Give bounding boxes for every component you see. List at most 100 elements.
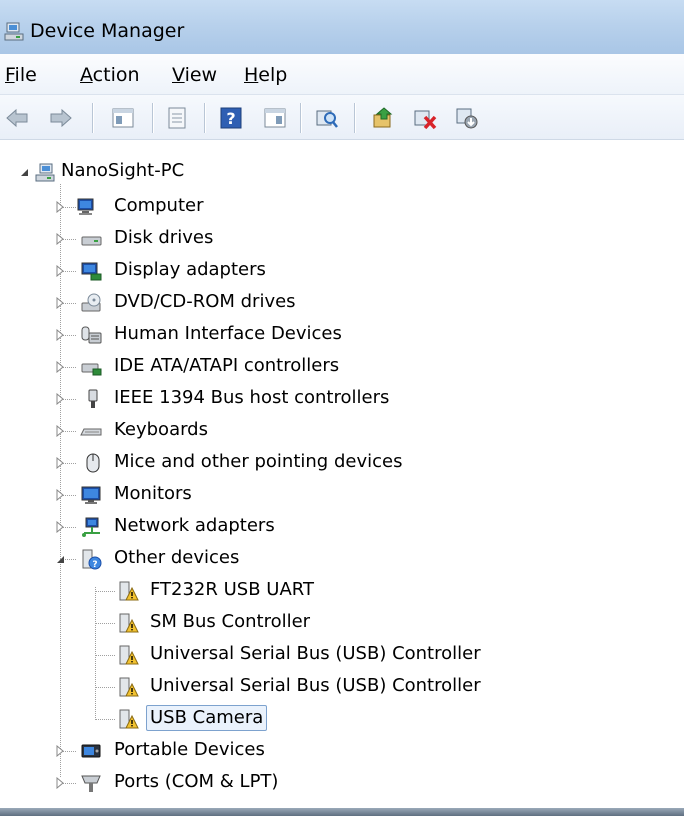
expand-arrow-icon[interactable] (54, 393, 66, 405)
tree-node-disk-drives[interactable]: Disk drives (0, 223, 684, 255)
menu-bar: File Action View Help (0, 54, 684, 95)
tree-node-label: Human Interface Devices (114, 323, 342, 344)
toolbar-separator (92, 103, 93, 133)
expand-arrow-icon[interactable] (54, 521, 66, 533)
tree-node-label: Portable Devices (114, 739, 265, 760)
tree-node-label: IEEE 1394 Bus host controllers (114, 387, 390, 408)
tree-guide-line (95, 591, 115, 592)
portable-device-icon (81, 744, 101, 758)
window-title: Device Manager (30, 20, 185, 42)
tree-node-dvd-drives[interactable]: DVD/CD-ROM drives (0, 287, 684, 319)
toolbar: ? (0, 95, 684, 140)
action-pane-icon[interactable] (262, 105, 288, 131)
expand-arrow-icon[interactable] (54, 361, 66, 373)
tree-node-label: SM Bus Controller (150, 611, 311, 632)
expand-arrow-icon[interactable] (54, 457, 66, 469)
tree-node-label: Monitors (114, 483, 192, 504)
tree-node-portable-devices[interactable]: Portable Devices (0, 735, 684, 767)
network-adapter-icon (82, 517, 100, 537)
warning-device-icon (119, 709, 139, 729)
tree-guide-line (95, 623, 115, 624)
display-adapter-icon (81, 262, 102, 281)
menu-file[interactable]: File (3, 63, 39, 87)
tree-node-label: Ports (COM & LPT) (114, 771, 279, 792)
expand-arrow-icon[interactable] (54, 425, 66, 437)
tree-node-network-adapters[interactable]: Network adapters (0, 511, 684, 543)
computer-icon (77, 198, 94, 215)
tree-node-usb-controller-2[interactable]: Universal Serial Bus (USB) Controller (0, 671, 684, 703)
tree-node-computer[interactable]: Computer (0, 191, 684, 223)
toolbar-separator (152, 103, 153, 133)
collapse-arrow-icon[interactable] (18, 166, 30, 178)
menu-help[interactable]: Help (242, 63, 289, 87)
properties-icon[interactable] (164, 105, 190, 131)
expand-arrow-icon[interactable] (54, 777, 66, 789)
tree-node-display-adapters[interactable]: Display adapters (0, 255, 684, 287)
tree-node-label: Other devices (114, 547, 240, 568)
expand-arrow-icon[interactable] (54, 297, 66, 309)
help-icon[interactable]: ? (218, 105, 244, 131)
device-tree[interactable]: NanoSight-PC Computer Disk drives Displa… (0, 146, 684, 816)
expand-arrow-icon[interactable] (54, 265, 66, 277)
port-icon (81, 775, 101, 792)
svg-text:?: ? (226, 109, 235, 128)
monitor-icon (81, 486, 101, 504)
toolbar-separator (354, 103, 355, 133)
tree-node-label-selected: USB Camera (146, 705, 268, 731)
mouse-icon (86, 453, 100, 473)
tree-node-hid[interactable]: Human Interface Devices (0, 319, 684, 351)
warning-device-icon (119, 677, 139, 697)
tree-node-label: Universal Serial Bus (USB) Controller (150, 675, 481, 696)
disable-device-icon[interactable] (454, 105, 480, 131)
scan-hardware-icon[interactable] (314, 105, 340, 131)
uninstall-icon[interactable] (412, 105, 438, 131)
tree-node-usb-controller-1[interactable]: Universal Serial Bus (USB) Controller (0, 639, 684, 671)
tree-node-ft232r[interactable]: FT232R USB UART (0, 575, 684, 607)
forward-arrow-icon[interactable] (48, 105, 74, 131)
tree-node-ports[interactable]: Ports (COM & LPT) (0, 767, 684, 799)
expand-arrow-icon[interactable] (54, 489, 66, 501)
menu-action[interactable]: Action (78, 63, 142, 87)
hid-icon (81, 326, 102, 344)
tree-node-usb-camera[interactable]: USB Camera (0, 703, 684, 735)
warning-device-icon (119, 645, 139, 665)
window-bottom-border (0, 808, 684, 816)
tree-node-label: Computer (114, 195, 204, 216)
tree-node-label: Network adapters (114, 515, 275, 536)
toolbar-separator (204, 103, 205, 133)
expand-arrow-icon[interactable] (54, 201, 66, 213)
tree-guide-line (95, 687, 115, 688)
tree-node-label: IDE ATA/ATAPI controllers (114, 355, 340, 376)
ide-controller-icon (81, 363, 102, 376)
warning-device-icon (119, 581, 139, 601)
tree-node-other-devices[interactable]: ? Other devices (0, 543, 684, 575)
tree-guide-line (95, 655, 115, 656)
expand-arrow-icon[interactable] (54, 745, 66, 757)
tree-node-label: NanoSight-PC (61, 160, 185, 181)
tree-guide-line (95, 719, 115, 720)
disk-drive-icon (81, 236, 102, 246)
update-driver-icon[interactable] (370, 105, 396, 131)
tree-node-sm-bus[interactable]: SM Bus Controller (0, 607, 684, 639)
tree-node-mice[interactable]: Mice and other pointing devices (0, 447, 684, 479)
back-arrow-icon[interactable] (4, 105, 30, 131)
tree-node-label: Disk drives (114, 227, 214, 248)
tree-node-label: Mice and other pointing devices (114, 451, 403, 472)
expand-arrow-icon[interactable] (54, 233, 66, 245)
svg-text:?: ? (92, 560, 97, 570)
tree-node-label: DVD/CD-ROM drives (114, 291, 296, 312)
tree-node-ide-controllers[interactable]: IDE ATA/ATAPI controllers (0, 351, 684, 383)
title-bar[interactable]: Device Manager (0, 0, 684, 54)
collapse-arrow-icon[interactable] (54, 553, 66, 565)
expand-arrow-icon[interactable] (54, 329, 66, 341)
tree-node-label: FT232R USB UART (150, 579, 314, 600)
tree-node-label: Universal Serial Bus (USB) Controller (150, 643, 481, 664)
warning-device-icon (119, 613, 139, 633)
tree-node-label: Keyboards (114, 419, 208, 440)
show-hide-tree-icon[interactable] (110, 105, 136, 131)
tree-node-ieee1394[interactable]: IEEE 1394 Bus host controllers (0, 383, 684, 415)
tree-node-root[interactable]: NanoSight-PC (0, 156, 684, 188)
tree-node-keyboards[interactable]: Keyboards (0, 415, 684, 447)
tree-node-monitors[interactable]: Monitors (0, 479, 684, 511)
menu-view[interactable]: View (170, 63, 219, 87)
